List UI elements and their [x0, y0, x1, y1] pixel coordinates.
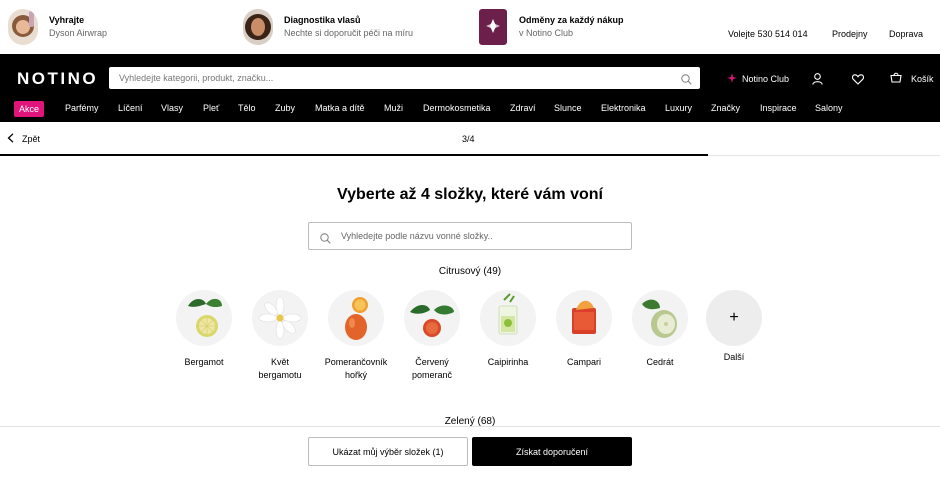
ingredient-label-line2: bergamotu — [258, 370, 302, 380]
phone-link[interactable]: Volejte 530 514 014 — [728, 29, 808, 39]
user-icon[interactable] — [812, 72, 823, 90]
ingredient-bitter-orange[interactable]: Pomerančovník hořký — [321, 290, 391, 382]
progress-track — [708, 155, 940, 156]
ingredient-blood-orange[interactable]: Červený pomeranč — [397, 290, 467, 382]
more-ingredients-button[interactable]: + Další — [699, 290, 769, 362]
promo-subtitle: Nechte si doporučit péči na míru — [284, 28, 414, 38]
promo-title: Vyhrajte — [49, 15, 85, 25]
nav-item-znacky[interactable]: Značky — [711, 103, 740, 113]
ingredient-search — [308, 222, 632, 250]
nav-item-liceni[interactable]: Líčení — [118, 103, 143, 113]
nav-item-akce[interactable]: Akce — [14, 101, 45, 117]
promo-subtitle: v Notino Club — [519, 28, 574, 38]
back-label: Zpět — [22, 134, 41, 144]
nav-item-muzi[interactable]: Muži — [384, 103, 403, 113]
club-star-icon — [727, 73, 737, 85]
ingredient-citron[interactable]: Cedrát — [625, 290, 695, 369]
search-icon — [320, 231, 331, 249]
ingredient-label: Červený — [415, 357, 449, 367]
plus-icon: + — [706, 290, 762, 346]
promo-bar: Vyhrajte Dyson Airwrap Diagnostika vlasů… — [0, 0, 940, 54]
stores-link[interactable]: Prodejny — [832, 29, 868, 39]
notino-club-card-icon — [478, 9, 508, 45]
caipirinha-image — [480, 290, 536, 346]
nav-item-parfemy[interactable]: Parfémy — [65, 103, 99, 113]
questionnaire-progress: Zpět 3/4 — [0, 122, 940, 156]
main-navigation: Akce Parfémy Líčení Vlasy Pleť Tělo Zuby… — [0, 101, 940, 117]
cart-link[interactable]: Košík — [890, 72, 934, 85]
ingredient-search-input[interactable] — [341, 223, 621, 249]
back-button[interactable]: Zpět — [7, 133, 40, 145]
shipping-link[interactable]: Doprava — [889, 29, 923, 39]
nav-item-luxury[interactable]: Luxury — [665, 103, 692, 113]
citron-image — [632, 290, 688, 346]
cart-icon — [890, 72, 902, 85]
notino-club-link[interactable]: Notino Club — [727, 73, 789, 85]
site-search-input[interactable] — [109, 67, 669, 89]
nav-item-zuby[interactable]: Zuby — [275, 103, 295, 113]
nav-item-matka-a-dite[interactable]: Matka a dítě — [315, 103, 365, 113]
nav-item-dermokosmetika[interactable]: Dermokosmetika — [423, 103, 491, 113]
nav-item-salony[interactable]: Salony — [815, 103, 843, 113]
bottom-action-bar: Ukázat můj výběr složek (1) Získat dopor… — [0, 426, 940, 492]
bergamot-flower-image — [252, 290, 308, 346]
nav-item-elektronika[interactable]: Elektronika — [601, 103, 646, 113]
ingredient-bergamot[interactable]: Bergamot — [169, 290, 239, 369]
notino-club-label: Notino Club — [742, 74, 790, 84]
ingredient-label-line2: pomeranč — [411, 370, 453, 380]
ingredient-campari[interactable]: Campari — [549, 290, 619, 369]
campari-image — [556, 290, 612, 346]
site-search — [109, 67, 700, 89]
nav-item-telo[interactable]: Tělo — [238, 103, 256, 113]
blood-orange-image — [404, 290, 460, 346]
promo-hair-diagnostics[interactable]: Diagnostika vlasů Nechte si doporučit pé… — [243, 0, 413, 54]
chevron-left-icon — [7, 133, 14, 145]
promo-dyson[interactable]: Vyhrajte Dyson Airwrap — [8, 0, 107, 54]
promo-notino-club[interactable]: Odměny za každý nákup v Notino Club — [478, 0, 624, 54]
nav-item-vlasy[interactable]: Vlasy — [161, 103, 183, 113]
notino-logo[interactable]: NOTINO — [17, 69, 98, 89]
ingredient-caipirinha[interactable]: Caipirinha — [473, 290, 543, 369]
dyson-promo-image — [8, 9, 38, 45]
hair-diagnostics-image — [243, 9, 273, 45]
progress-fill — [0, 154, 708, 156]
nav-item-slunce[interactable]: Slunce — [554, 103, 582, 113]
show-selection-button[interactable]: Ukázat můj výběr složek (1) — [308, 437, 468, 466]
site-header: NOTINO Notino Club Košík Akce Parfémy Lí… — [0, 54, 940, 122]
heart-icon[interactable] — [851, 72, 865, 90]
promo-subtitle: Dyson Airwrap — [49, 28, 108, 38]
get-recommendation-button[interactable]: Získat doporučení — [472, 437, 632, 466]
category-title: Citrusový (49) — [438, 266, 502, 277]
ingredient-bergamot-flower[interactable]: Květ bergamotu — [245, 290, 315, 382]
ingredient-label-line2: hořký — [344, 370, 367, 380]
ingredient-label: Caipirinha — [487, 357, 529, 367]
nav-item-zdravi[interactable]: Zdraví — [510, 103, 536, 113]
ingredient-label: Bergamot — [184, 357, 224, 367]
promo-title: Diagnostika vlasů — [284, 15, 361, 25]
bergamot-image — [176, 290, 232, 346]
step-indicator: 3/4 — [462, 134, 475, 144]
promo-title: Odměny za každý nákup — [519, 15, 624, 25]
bitter-orange-image — [328, 290, 384, 346]
search-icon[interactable] — [681, 72, 692, 90]
ingredient-label: Campari — [566, 357, 601, 367]
ingredient-label: Pomerančovník — [324, 357, 388, 367]
more-label: Další — [723, 352, 745, 362]
cart-label: Košík — [911, 73, 934, 84]
ingredient-label: Cedrát — [646, 357, 674, 367]
ingredient-label: Květ — [270, 357, 289, 367]
nav-item-plet[interactable]: Pleť — [203, 103, 219, 113]
page-title: Vyberte až 4 složky, které vám voní — [337, 186, 603, 203]
nav-item-inspirace[interactable]: Inspirace — [760, 103, 797, 113]
